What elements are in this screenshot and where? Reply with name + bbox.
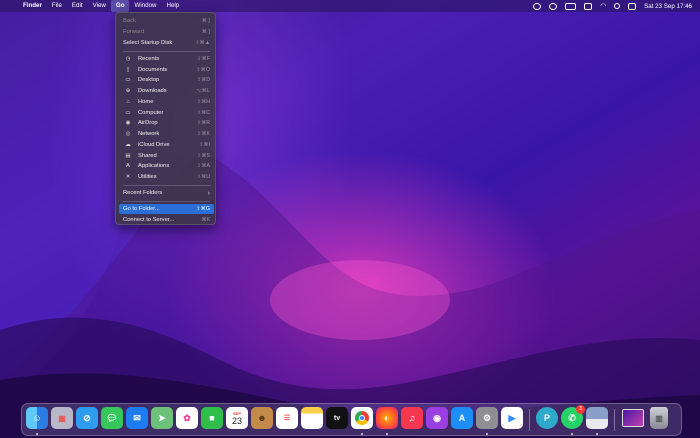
system-preferences-icon[interactable]: ⚙ (476, 407, 498, 429)
reminders-icon[interactable]: ☰ (276, 407, 298, 429)
menu-bar: Finder File Edit View Go Window Help ◠ S… (0, 0, 700, 12)
chrome-icon[interactable] (351, 407, 373, 429)
tv-icon[interactable]: tv (326, 407, 348, 429)
menu-item-icloud-drive[interactable]: ☁ iCloud Drive ⇧⌘I (119, 140, 214, 150)
battery-icon[interactable] (565, 2, 577, 10)
menu-item-computer[interactable]: ▭ Computer ⇧⌘C (119, 108, 214, 118)
screenshot-thumbnail-icon[interactable] (622, 409, 644, 427)
utilities-icon: ✕ (125, 174, 131, 180)
menu-file[interactable]: File (47, 0, 67, 12)
menu-item-forward[interactable]: Forward ⌘ ] (119, 27, 214, 37)
separator (123, 185, 210, 186)
menu-help[interactable]: Help (162, 0, 185, 12)
running-indicator (486, 433, 488, 435)
applications-icon: A (126, 163, 130, 169)
preview-icon[interactable] (586, 407, 608, 429)
mail-icon[interactable]: ✉ (126, 407, 148, 429)
wallpaper (0, 0, 700, 438)
finder-icon[interactable]: ☺ (26, 407, 48, 429)
dock: ☺ ▦ ⊘ 💬︎ ✉ ➤ ✿ ■ SEP 23 ☻ ☰ tv ◐ ♫ ◉ A ⚙… (21, 403, 682, 436)
status-area: ◠ Sat 23 Sep 17:46 (533, 0, 692, 12)
dock-separator (529, 409, 530, 431)
photos-icon[interactable]: ✿ (176, 407, 198, 429)
go-menu: Back ⌘ [ Forward ⌘ ] Select Startup Disk ⇧⌘… (115, 12, 216, 225)
menu-edit[interactable]: Edit (67, 0, 88, 12)
firefox-icon[interactable]: ◐ (376, 407, 398, 429)
menu-item-applications[interactable]: A Applications ⇧⌘A (119, 161, 214, 171)
spotlight-icon[interactable] (614, 3, 621, 9)
notes-icon[interactable] (301, 407, 323, 429)
clock-icon: ◷ (125, 56, 131, 62)
menu-finder[interactable]: Finder (18, 0, 47, 12)
menu-item-recents[interactable]: ◷ Recents ⇧⌘F (119, 54, 214, 64)
contacts-icon[interactable]: ☻ (251, 407, 273, 429)
menu-item-back[interactable]: Back ⌘ [ (119, 16, 214, 26)
separator (123, 201, 210, 202)
home-icon: ⌂ (126, 99, 130, 105)
document-icon: ▯ (126, 67, 130, 73)
menu-item-network[interactable]: ◎ Network ⇧⌘K (119, 129, 214, 139)
menu-item-desktop[interactable]: ▭ Desktop ⇧⌘D (119, 75, 214, 85)
menu-item-connect-to-server[interactable]: Connect to Server... ⌘K (119, 215, 214, 225)
music-icon[interactable]: ♫ (401, 407, 423, 429)
cloud-icon: ☁ (125, 142, 131, 148)
running-indicator (571, 433, 573, 435)
computer-icon: ▭ (125, 110, 131, 116)
menu-item-home[interactable]: ⌂ Home ⇧⌘H (119, 97, 214, 107)
launchpad-icon[interactable]: ▦ (51, 407, 73, 429)
notification-badge: 3 (576, 405, 585, 414)
facetime-icon[interactable]: ■ (201, 407, 223, 429)
messages-icon[interactable]: 💬︎ (101, 407, 123, 429)
maps-icon[interactable]: ➤ (151, 407, 173, 429)
menu-go[interactable]: Go (110, 0, 130, 12)
network-icon: ◎ (125, 131, 131, 137)
desktop-icon: ▭ (125, 77, 131, 83)
calendar-icon[interactable]: SEP 23 (226, 407, 248, 429)
menu-item-select-startup-disk[interactable]: Select Startup Disk ⇧⌘▲ (119, 38, 214, 48)
screen-record-icon[interactable] (533, 2, 542, 10)
control-center-icon[interactable] (628, 2, 637, 10)
zoom-icon[interactable]: ▶ (501, 407, 523, 429)
focus-icon[interactable] (549, 2, 558, 10)
clock[interactable]: Sat 23 Sep 17:46 (644, 3, 692, 10)
wifi-icon[interactable]: ◠ (600, 2, 606, 10)
menu-view[interactable]: View (88, 0, 111, 12)
menu-item-recent-folders[interactable]: Recent Folders › (119, 188, 214, 198)
menu-item-shared[interactable]: ▤ Shared ⇧⌘S (119, 151, 214, 161)
running-indicator (361, 433, 363, 435)
pythonista-icon[interactable]: P (536, 407, 558, 429)
podcasts-icon[interactable]: ◉ (426, 407, 448, 429)
menu-item-downloads[interactable]: ⊕ Downloads ⌥⌘L (119, 86, 214, 96)
menu-item-utilities[interactable]: ✕ Utilities ⇧⌘U (119, 172, 214, 182)
safari-icon[interactable]: ⊘ (76, 407, 98, 429)
running-indicator (36, 433, 38, 435)
app-store-icon[interactable]: A (451, 407, 473, 429)
chevron-right-icon: › (207, 189, 210, 197)
separator (123, 51, 210, 52)
running-indicator (386, 433, 388, 435)
airdrop-icon: ◉ (125, 120, 131, 126)
menu-window[interactable]: Window (129, 0, 161, 12)
menu-item-documents[interactable]: ▯ Documents ⇧⌘O (119, 65, 214, 75)
dock-separator (614, 409, 615, 431)
trash-icon[interactable]: ▥ (650, 407, 668, 429)
menu-item-go-to-folder[interactable]: Go to Folder... ⇧⌘G (119, 204, 214, 214)
menu-item-airdrop[interactable]: ◉ AirDrop ⇧⌘R (119, 118, 214, 128)
shared-folder-icon: ▤ (125, 153, 131, 159)
running-indicator (596, 433, 598, 435)
download-icon: ⊕ (125, 88, 131, 94)
display-icon[interactable] (584, 2, 593, 10)
